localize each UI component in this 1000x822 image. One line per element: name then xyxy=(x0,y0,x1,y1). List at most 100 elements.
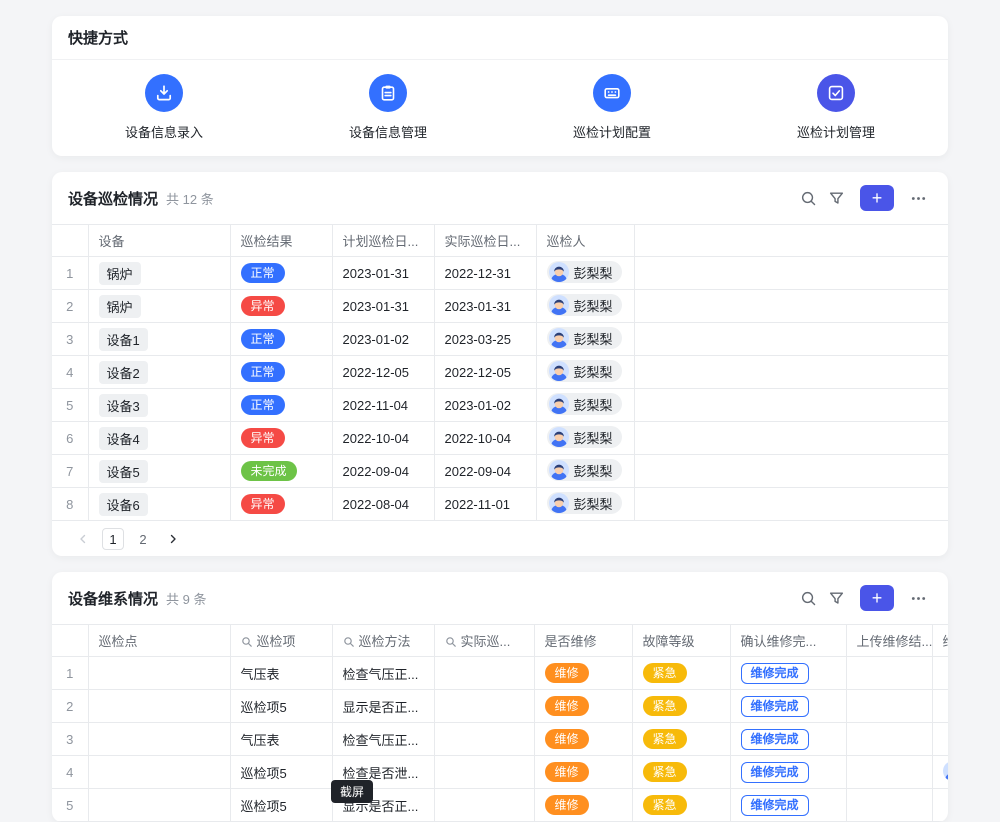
filter-button[interactable] xyxy=(822,584,850,612)
more-button[interactable] xyxy=(904,584,932,612)
shortcut-device-manage[interactable]: 设备信息管理 xyxy=(276,60,500,155)
upload-cell xyxy=(846,756,932,789)
inspector-cell: 彭梨梨 xyxy=(536,257,634,290)
page-button-2[interactable]: 2 xyxy=(132,528,154,550)
filter-button[interactable] xyxy=(822,184,850,212)
inspector-cell: 彭梨梨 xyxy=(536,455,634,488)
result-badge: 正常 xyxy=(241,362,285,382)
page-button-1[interactable]: 1 xyxy=(102,528,124,550)
shortcut-device-entry[interactable]: 设备信息录入 xyxy=(52,60,276,155)
urgent-badge: 紧急 xyxy=(643,762,687,782)
item-cell: 巡检项5 xyxy=(230,756,332,789)
point-cell xyxy=(88,789,230,822)
planned-date-cell: 2022-11-04 xyxy=(332,389,434,422)
table-row[interactable]: 1 气压表 检查气压正... 维修 紧急 维修完成 xyxy=(52,657,948,690)
shortcut-label: 巡检计划配置 xyxy=(573,122,651,141)
col-inspection-point[interactable]: 巡检点 xyxy=(88,625,230,657)
col-fault-level[interactable]: 故障等级 xyxy=(632,625,730,657)
more-icon xyxy=(910,590,927,607)
actual-date-cell: 2022-11-01 xyxy=(434,488,536,521)
actual-date-cell: 2022-10-04 xyxy=(434,422,536,455)
table-row[interactable]: 4 设备2 正常 2022-12-05 2022-12-05 彭梨梨 xyxy=(52,356,948,389)
col-inspection-method[interactable]: 巡检方法 xyxy=(332,625,434,657)
result-cell: 未完成 xyxy=(230,455,332,488)
avatar xyxy=(549,493,569,513)
device-cell: 设备3 xyxy=(88,389,230,422)
maintenance-record-count: 共 9 条 xyxy=(166,589,206,608)
device-cell: 设备1 xyxy=(88,323,230,356)
col-repair-needed[interactable]: 是否维修 xyxy=(534,625,632,657)
shortcut-plan-config[interactable]: 巡检计划配置 xyxy=(500,60,724,155)
result-badge: 正常 xyxy=(241,329,285,349)
col-planned-date[interactable]: 计划巡检日... xyxy=(332,225,434,257)
shortcut-plan-manage[interactable]: 巡检计划管理 xyxy=(724,60,948,155)
add-record-button[interactable]: + xyxy=(860,585,894,611)
confirm-cell: 维修完成 xyxy=(730,723,846,756)
table-row[interactable]: 8 设备6 异常 2022-08-04 2022-11-01 彭梨梨 xyxy=(52,488,948,521)
col-device[interactable]: 设备 xyxy=(88,225,230,257)
table-row[interactable]: 7 设备5 未完成 2022-09-04 2022-09-04 彭梨梨 xyxy=(52,455,948,488)
col-actual-inspection[interactable]: 实际巡... xyxy=(434,625,534,657)
search-button[interactable] xyxy=(794,584,822,612)
planned-date-cell: 2023-01-31 xyxy=(332,257,434,290)
row-number: 2 xyxy=(52,290,88,323)
actual-date-cell: 2023-01-31 xyxy=(434,290,536,323)
table-row[interactable]: 2 巡检项5 显示是否正... 维修 紧急 维修完成 xyxy=(52,690,948,723)
add-record-button[interactable]: + xyxy=(860,185,894,211)
result-badge: 正常 xyxy=(241,263,285,283)
table-row[interactable]: 3 气压表 检查气压正... 维修 紧急 维修完成 xyxy=(52,723,948,756)
col-inspection-item[interactable]: 巡检项 xyxy=(230,625,332,657)
shortcut-label: 设备信息录入 xyxy=(125,122,203,141)
table-row[interactable]: 3 设备1 正常 2023-01-02 2023-03-25 彭梨梨 xyxy=(52,323,948,356)
row-filler xyxy=(634,257,948,290)
table-row[interactable]: 5 巡检项5 显示是否正... 维修 紧急 维修完成 xyxy=(52,789,948,822)
method-cell: 显示是否正... xyxy=(332,690,434,723)
confirm-repair-button[interactable]: 维修完成 xyxy=(741,696,809,717)
person-name: 彭梨梨 xyxy=(574,329,613,348)
lookup-icon xyxy=(445,636,457,648)
more-icon xyxy=(910,190,927,207)
maintenance-card-header: 设备维系情况 共 9 条 + xyxy=(52,572,948,624)
planned-date-cell: 2023-01-31 xyxy=(332,290,434,323)
col-confirm-repair[interactable]: 确认维修完... xyxy=(730,625,846,657)
header-row: 巡检点 巡检项 巡检方法 实际巡... 是否维修 故障等级 确认维修完... 上… xyxy=(52,625,948,657)
col-inspector[interactable]: 巡检人 xyxy=(536,225,634,257)
person-chip: 彭梨梨 xyxy=(547,393,622,415)
prev-page-button[interactable] xyxy=(72,528,94,550)
result-badge: 异常 xyxy=(241,428,285,448)
planned-date-cell: 2022-10-04 xyxy=(332,422,434,455)
level-cell: 紧急 xyxy=(632,690,730,723)
device-tag: 设备3 xyxy=(99,394,148,417)
confirm-repair-button[interactable]: 维修完成 xyxy=(741,729,809,750)
row-filler xyxy=(634,356,948,389)
next-page-button[interactable] xyxy=(162,528,184,550)
search-button[interactable] xyxy=(794,184,822,212)
confirm-repair-button[interactable]: 维修完成 xyxy=(741,795,809,816)
col-upload-result[interactable]: 上传维修结... xyxy=(846,625,932,657)
table-row[interactable]: 1 锅炉 正常 2023-01-31 2022-12-31 彭梨梨 xyxy=(52,257,948,290)
upload-cell xyxy=(846,690,932,723)
row-number: 3 xyxy=(52,723,88,756)
upload-cell xyxy=(846,657,932,690)
person-chip: 彭梨梨 xyxy=(547,360,622,382)
row-filler xyxy=(634,422,948,455)
col-result[interactable]: 巡检结果 xyxy=(230,225,332,257)
repair-badge: 维修 xyxy=(545,729,589,749)
person-name: 彭梨梨 xyxy=(574,461,613,480)
table-row[interactable]: 4 巡检项5 检查是否泄... 维修 紧急 维修完成 xyxy=(52,756,948,789)
repair-cell: 维修 xyxy=(534,723,632,756)
table-row[interactable]: 5 设备3 正常 2022-11-04 2023-01-02 彭梨梨 xyxy=(52,389,948,422)
device-tag: 设备4 xyxy=(99,427,148,450)
confirm-repair-button[interactable]: 维修完成 xyxy=(741,762,809,783)
confirm-repair-button[interactable]: 维修完成 xyxy=(741,663,809,684)
col-clipped[interactable]: 维 xyxy=(932,625,948,657)
table-row[interactable]: 6 设备4 异常 2022-10-04 2022-10-04 彭梨梨 xyxy=(52,422,948,455)
confirm-cell: 维修完成 xyxy=(730,690,846,723)
urgent-badge: 紧急 xyxy=(643,663,687,683)
table-row[interactable]: 2 锅炉 异常 2023-01-31 2023-01-31 彭梨梨 xyxy=(52,290,948,323)
planned-date-cell: 2023-01-02 xyxy=(332,323,434,356)
urgent-badge: 紧急 xyxy=(643,696,687,716)
col-actual-date[interactable]: 实际巡检日... xyxy=(434,225,536,257)
more-button[interactable] xyxy=(904,184,932,212)
repair-cell: 维修 xyxy=(534,756,632,789)
